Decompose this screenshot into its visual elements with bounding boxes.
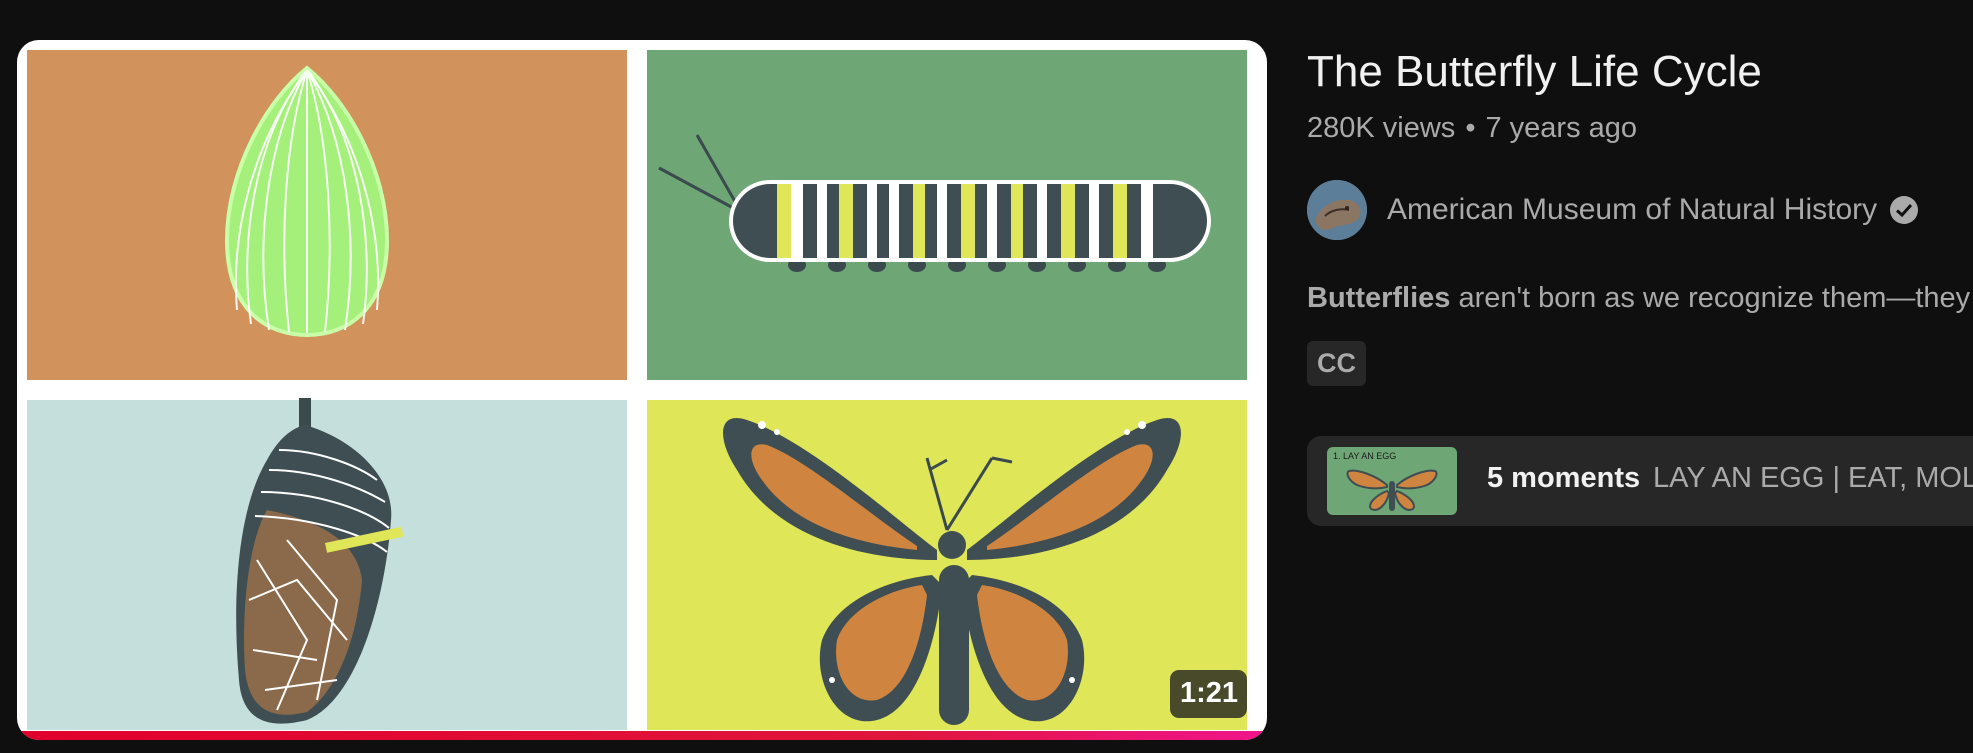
moments-thumb-label: 1. LAY AN EGG xyxy=(1333,451,1396,461)
video-title[interactable]: The Butterfly Life Cycle xyxy=(1307,46,1762,98)
upload-age: 7 years ago xyxy=(1485,112,1638,144)
channel-avatar[interactable] xyxy=(1307,180,1367,240)
channel-link[interactable]: American Museum of Natural History xyxy=(1307,180,1919,240)
video-thumbnail[interactable]: 1:21 xyxy=(17,40,1267,740)
key-moments-chip[interactable]: 1. LAY AN EGG 5 moments LAY AN EGG | EAT… xyxy=(1307,436,1973,526)
duration-badge: 1:21 xyxy=(1169,670,1247,718)
moments-count: 5 moments xyxy=(1487,462,1641,494)
description-keyword: Butterflies xyxy=(1307,282,1451,314)
description-text: aren't born as we recognize them—they xyxy=(1450,282,1971,314)
life-cycle-illustration xyxy=(27,50,1247,730)
view-count: 280K views xyxy=(1307,112,1456,144)
channel-name[interactable]: American Museum of Natural History xyxy=(1387,193,1877,227)
watch-progress-bar xyxy=(17,731,1267,740)
separator-dot: • xyxy=(1465,112,1476,144)
closed-captions-badge: CC xyxy=(1307,341,1366,386)
moments-thumbnail: 1. LAY AN EGG xyxy=(1327,447,1457,515)
video-description-snippet: Butterflies aren't born as we recognize … xyxy=(1307,280,1970,316)
moments-chapters: LAY AN EGG | EAT, MOLT xyxy=(1653,462,1973,494)
video-metadata: 280K views • 7 years ago xyxy=(1307,110,1637,146)
verified-check-icon xyxy=(1890,196,1919,224)
